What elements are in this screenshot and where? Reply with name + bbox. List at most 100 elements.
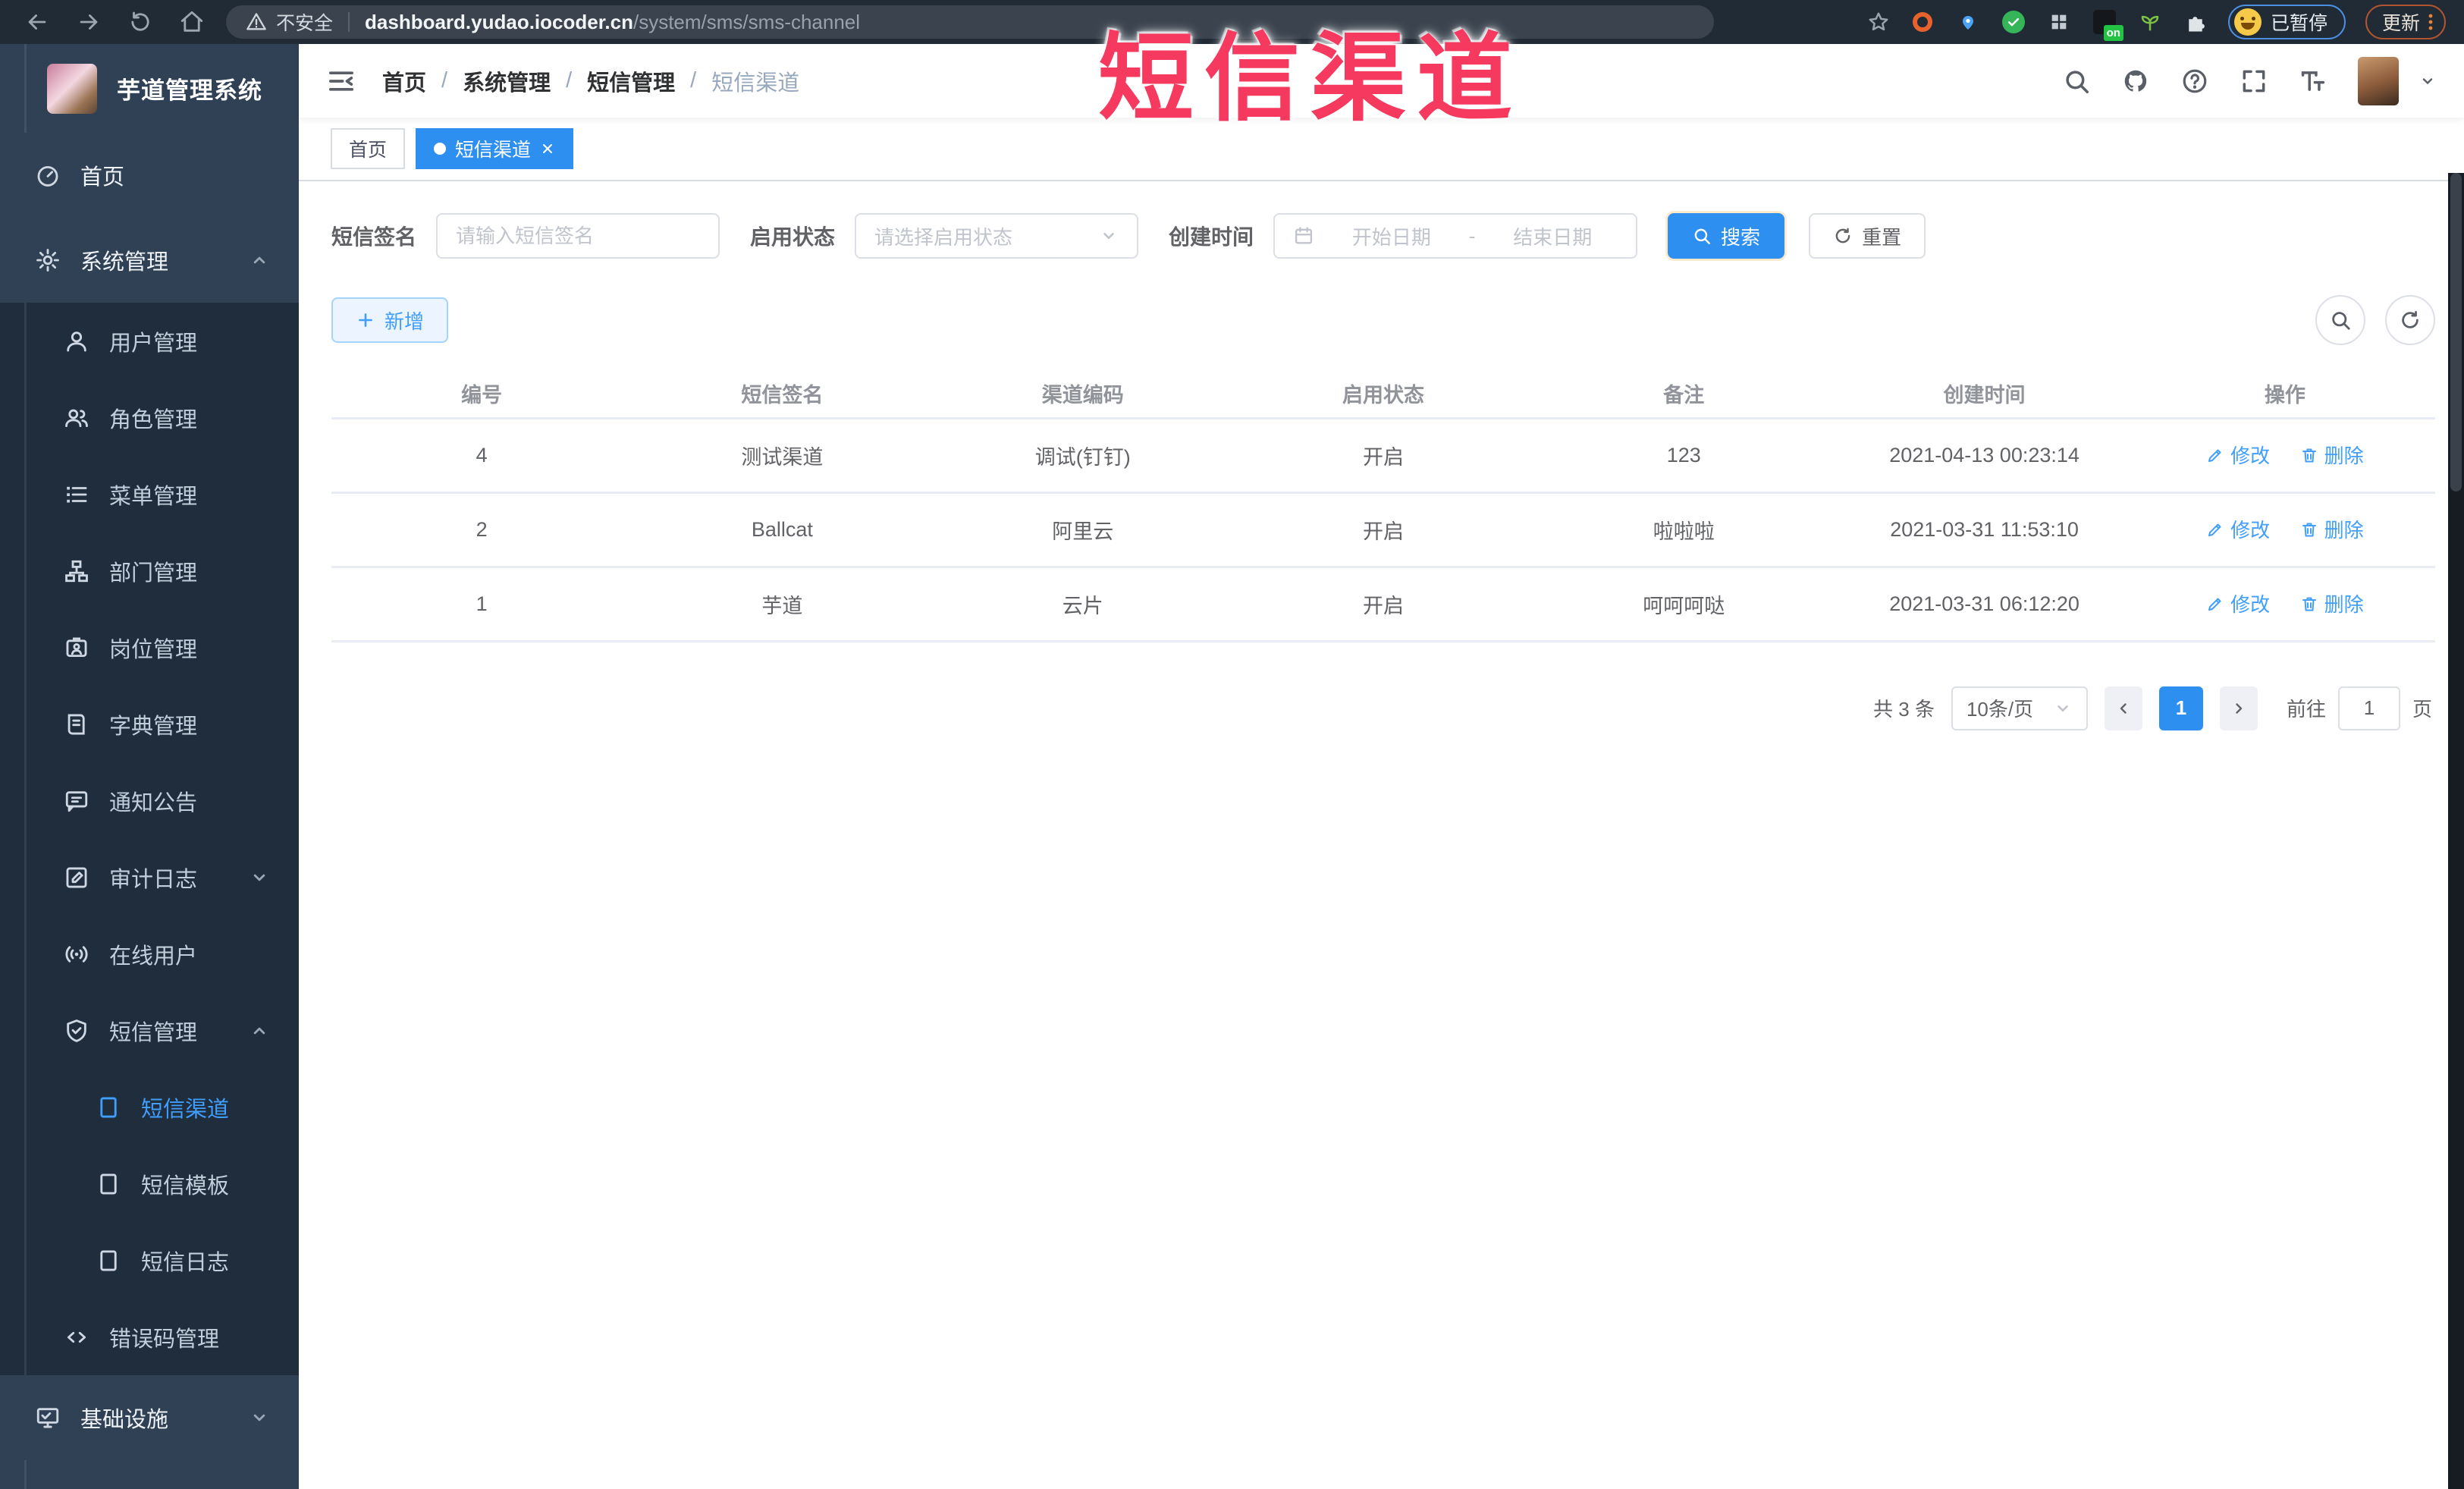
cell-status: 开启 [1232,567,1534,642]
paused-label: 已暂停 [2270,13,2327,34]
extension-dark-app-icon[interactable]: on [2092,9,2123,41]
breadcrumb-separator: / [566,68,573,93]
sidebar-item-error-codes[interactable]: 错误码管理 [0,1299,299,1375]
back-icon[interactable] [24,9,50,35]
fullscreen-icon[interactable] [2240,67,2268,96]
sign-input[interactable] [456,224,701,248]
font-size-icon[interactable] [2299,67,2327,96]
bookmark-star-icon[interactable] [1867,11,1890,33]
page-number-1[interactable]: 1 [2158,686,2203,730]
browser-home-icon[interactable] [179,9,205,35]
add-button-label: 新增 [385,309,425,333]
profile-paused-pill[interactable]: 已暂停 [2227,5,2346,39]
sidebar-item-sms-channel[interactable]: 短信渠道 [0,1069,299,1145]
next-page-button[interactable] [2219,686,2258,730]
edit-link[interactable]: 修改 [2206,515,2270,543]
status-select-placeholder: 请选择启用状态 [874,225,1013,249]
chevron-right-icon [2230,699,2248,718]
browser-update-button[interactable]: 更新 [2365,5,2446,39]
close-tab-icon[interactable] [540,141,555,156]
sidebar-item-sms-log[interactable]: 短信日志 [0,1222,299,1299]
cell-sign: Ballcat [632,492,933,568]
search-button[interactable]: 搜索 [1668,213,1785,259]
document-icon [96,1095,121,1120]
sidebar-item-infrastructure[interactable]: 基础设施 [0,1375,299,1460]
breadcrumb-system[interactable]: 系统管理 [463,65,551,97]
sidebar-item-notices[interactable]: 通知公告 [0,762,299,839]
help-icon[interactable] [2180,67,2209,96]
delete-link[interactable]: 删除 [2300,441,2364,469]
sidebar-item-system[interactable]: 系统管理 [0,218,299,303]
extension-orange-ring-icon[interactable] [1910,9,1935,35]
refresh-table-button[interactable] [2385,295,2435,345]
sidebar-collapse-icon[interactable] [326,66,356,96]
breadcrumb-home[interactable]: 首页 [382,65,426,97]
status-select[interactable]: 请选择启用状态 [855,213,1139,259]
extension-green-check-icon[interactable] [2001,9,2026,35]
extension-sprout-icon[interactable] [2137,9,2163,35]
sidebar-item-home[interactable]: 首页 [0,133,299,218]
page-scrollbar[interactable] [2448,173,2464,1489]
sidebar-item-label: 短信渠道 [141,1097,230,1122]
address-bar[interactable]: 不安全 dashboard.yudao.iocoder.cn/system/sm… [226,5,1714,39]
sidebar-item-roles[interactable]: 角色管理 [0,379,299,456]
scrollbar-thumb[interactable] [2450,173,2462,492]
breadcrumb-sms[interactable]: 短信管理 [587,65,675,97]
sidebar-item-label: 首页 [80,165,125,190]
search-icon [2329,309,2352,331]
cell-actions: 修改 删除 [2134,492,2435,568]
tab-sms-channel[interactable]: 短信渠道 [416,128,574,169]
extension-location-pin-icon[interactable] [1955,9,1981,35]
sidebar-item-sms-template[interactable]: 短信模板 [0,1145,299,1222]
sidebar-item-label: 短信日志 [141,1250,230,1275]
forward-icon[interactable] [76,9,102,35]
sidebar-item-posts[interactable]: 岗位管理 [0,609,299,686]
plus-icon [356,310,375,330]
edit-label: 修改 [2230,519,2271,542]
list-icon [64,482,89,507]
breadcrumb: 首页 / 系统管理 / 短信管理 / 短信渠道 [382,65,799,97]
toggle-search-button[interactable] [2315,295,2365,345]
audit-log-icon [64,865,89,891]
tab-label: 首页 [349,140,388,161]
avatar-caret-down-icon[interactable] [2418,72,2437,90]
goto-label: 前往 [2286,698,2326,721]
breadcrumb-current: 短信渠道 [711,71,800,96]
page-size-select[interactable]: 10条/页 [1951,686,2088,730]
search-icon[interactable] [2062,67,2091,96]
date-range-picker[interactable]: 开始日期 - 结束日期 [1273,213,1638,259]
cell-created: 2021-03-31 11:53:10 [1834,492,2135,568]
reload-icon[interactable] [127,9,153,35]
goto-page-input[interactable] [2337,686,2400,730]
user-avatar[interactable] [2358,56,2399,105]
github-icon[interactable] [2121,67,2150,96]
delete-link[interactable]: 删除 [2300,515,2364,543]
sidebar-item-departments[interactable]: 部门管理 [0,532,299,609]
browser-menu-dots-icon[interactable] [2428,10,2434,34]
edit-link[interactable]: 修改 [2206,589,2270,617]
address-divider [348,12,350,32]
extensions-puzzle-icon[interactable] [2183,9,2208,35]
sidebar-item-audit-log[interactable]: 审计日志 [0,839,299,916]
sidebar-item-dictionary[interactable]: 字典管理 [0,686,299,762]
delete-link[interactable]: 删除 [2300,589,2364,617]
cell-actions: 修改 删除 [2134,567,2435,642]
date-start-placeholder[interactable]: 开始日期 [1326,222,1457,250]
sidebar-item-label: 菜单管理 [109,484,198,509]
add-button[interactable]: 新增 [331,297,449,343]
sidebar-item-online-users[interactable]: 在线用户 [0,916,299,992]
sidebar-item-users[interactable]: 用户管理 [0,303,299,379]
table-row: 4 测试渠道 调试(钉钉) 开启 123 2021-04-13 00:23:14… [331,418,2435,494]
date-end-placeholder[interactable]: 结束日期 [1487,222,1618,250]
sidebar: 芋道管理系统 首页 系统管理 用户管理 角色管理 菜单管理 部门管理 岗位管理 … [0,44,299,1489]
extension-grid-icon[interactable] [2046,9,2072,35]
prev-page-button[interactable] [2104,686,2142,730]
sidebar-item-menus[interactable]: 菜单管理 [0,456,299,532]
pagination: 共 3 条 10条/页 1 前往 页 [331,686,2435,730]
cell-code: 云片 [932,567,1233,642]
app-title: 芋道管理系统 [117,77,262,104]
edit-link[interactable]: 修改 [2206,441,2270,469]
reset-button[interactable]: 重置 [1809,213,1926,259]
tab-home[interactable]: 首页 [331,128,406,169]
sidebar-item-sms[interactable]: 短信管理 [0,992,299,1069]
